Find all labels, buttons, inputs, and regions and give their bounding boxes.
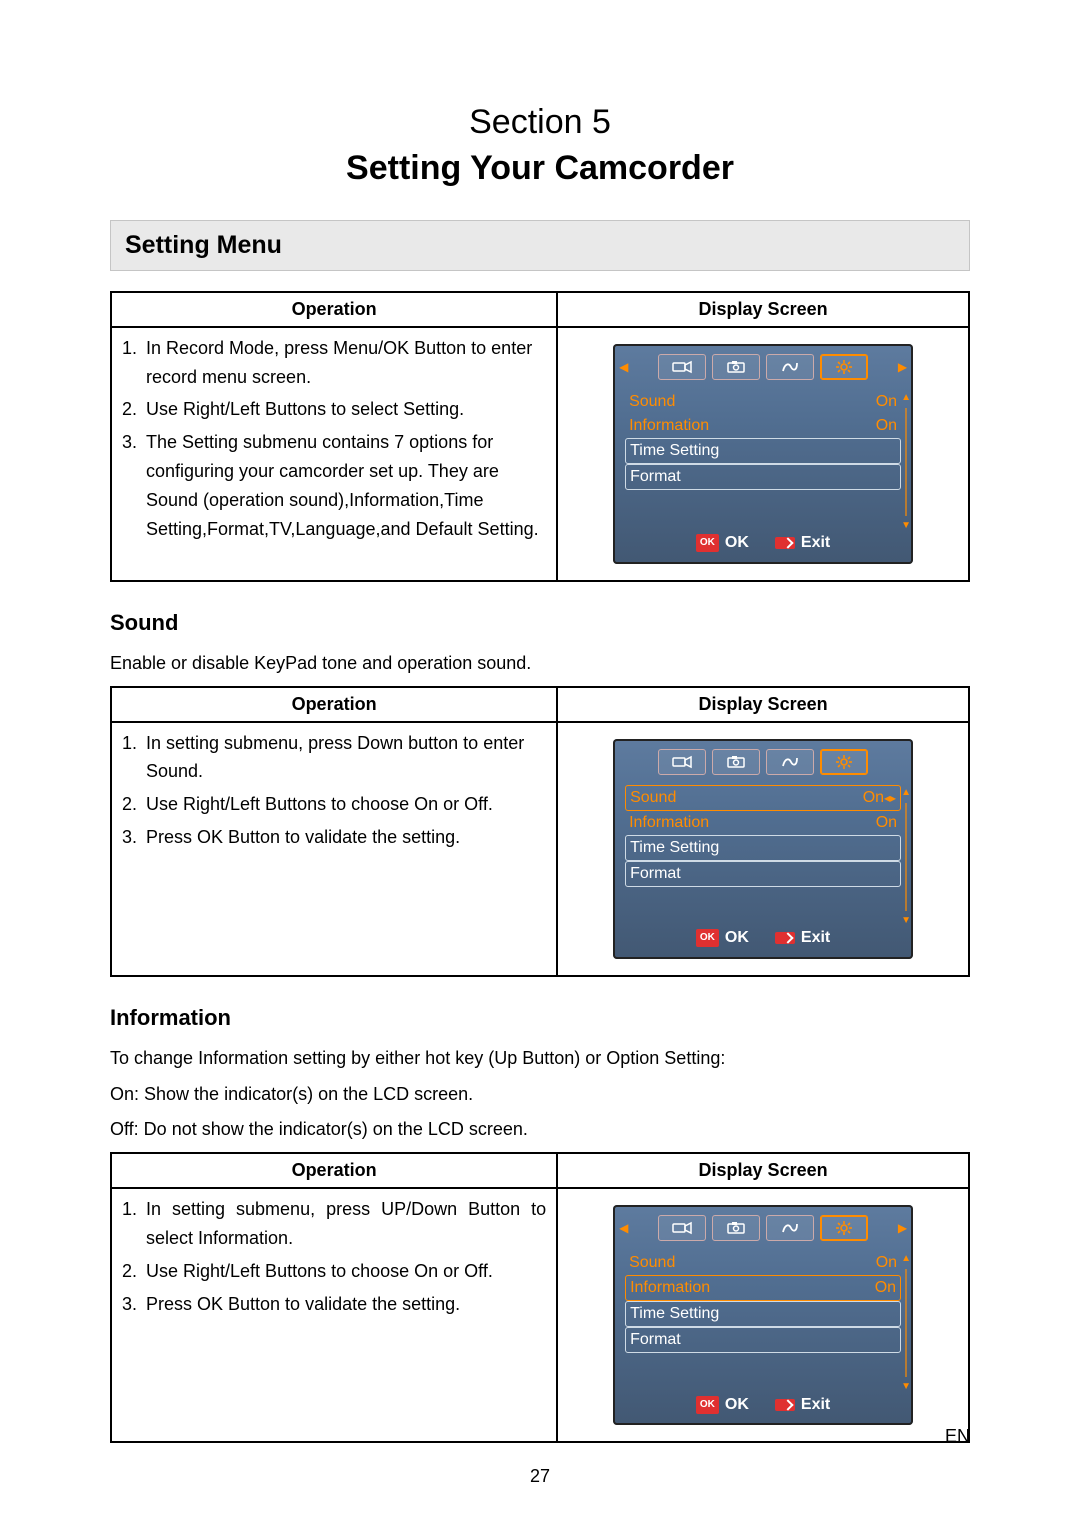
- lcd-row-time: Time Setting: [625, 438, 901, 464]
- tab-camera-icon: [712, 1215, 760, 1241]
- page-language: EN: [945, 1426, 970, 1447]
- lcd-exit: Exit: [775, 530, 830, 556]
- tab-setting-icon: [820, 1215, 868, 1241]
- tab-setting-icon: [820, 354, 868, 380]
- lcd-row-format: Format: [625, 861, 901, 887]
- nav-right-icon: ▶: [898, 1219, 907, 1238]
- lcd-row-format: Format: [625, 1327, 901, 1353]
- lcd-sound: SoundOn◂▸ InformationOn Time Setting For…: [613, 739, 913, 959]
- tab-effect-icon: [766, 1215, 814, 1241]
- tab-camera-icon: [712, 749, 760, 775]
- setting-menu-table: Operation Display Screen 1.In Record Mod…: [110, 291, 970, 582]
- setting-menu-heading: Setting Menu: [110, 220, 970, 271]
- setting-menu-display: ◀ ▶ SoundOn InformationOn Time Setting F…: [557, 327, 969, 581]
- sound-ops: 1.In setting submenu, press Down button …: [111, 722, 557, 976]
- sound-intro: Enable or disable KeyPad tone and operat…: [110, 650, 970, 678]
- lcd-row-time: Time Setting: [625, 1301, 901, 1327]
- col-operation: Operation: [111, 292, 557, 327]
- sound-heading: Sound: [110, 610, 970, 636]
- col-display: Display Screen: [557, 687, 969, 722]
- lcd-row-sound: SoundOn: [625, 1251, 901, 1275]
- information-intro3: Off: Do not show the indicator(s) on the…: [110, 1116, 970, 1144]
- lcd-information: ◀ ▶ SoundOn InformationOn Time Setting F…: [613, 1205, 913, 1425]
- nav-left-icon: ◀: [619, 358, 628, 377]
- lcd-setting-menu: ◀ ▶ SoundOn InformationOn Time Setting F…: [613, 344, 913, 564]
- lcd-ok: OKOK: [696, 530, 749, 556]
- scroll-indicator: ▲▼: [903, 785, 909, 929]
- lcd-row-sound: SoundOn◂▸: [625, 785, 901, 811]
- section-title: Setting Your Camcorder: [346, 149, 734, 187]
- col-display: Display Screen: [557, 1153, 969, 1188]
- section-label: Section 5: [469, 103, 611, 141]
- lcd-exit: Exit: [775, 1392, 830, 1418]
- tab-movie-icon: [658, 749, 706, 775]
- col-operation: Operation: [111, 687, 557, 722]
- sound-display: SoundOn◂▸ InformationOn Time Setting For…: [557, 722, 969, 976]
- section-heading: Section 5 Setting Your Camcorder: [110, 100, 970, 192]
- scroll-indicator: ▲▼: [903, 1251, 909, 1395]
- page-number: 27: [0, 1466, 1080, 1487]
- lcd-row-sound: SoundOn: [625, 390, 901, 414]
- exit-icon: [775, 537, 795, 549]
- nav-left-icon: ◀: [619, 1219, 628, 1238]
- scroll-indicator: ▲▼: [903, 390, 909, 534]
- lcd-row-info: InformationOn: [625, 414, 901, 438]
- information-table: Operation Display Screen 1.In setting su…: [110, 1152, 970, 1443]
- tab-movie-icon: [658, 1215, 706, 1241]
- tab-movie-icon: [658, 354, 706, 380]
- information-ops: 1.In setting submenu, press UP/Down Butt…: [111, 1188, 557, 1442]
- exit-icon: [775, 932, 795, 944]
- tab-setting-icon: [820, 749, 868, 775]
- col-operation: Operation: [111, 1153, 557, 1188]
- information-intro1: To change Information setting by either …: [110, 1045, 970, 1073]
- tab-effect-icon: [766, 354, 814, 380]
- lcd-row-info: InformationOn: [625, 811, 901, 835]
- col-display: Display Screen: [557, 292, 969, 327]
- lcd-row-info: InformationOn: [625, 1275, 901, 1301]
- lcd-exit: Exit: [775, 925, 830, 951]
- tab-effect-icon: [766, 749, 814, 775]
- value-cycle-icon: ◂▸: [884, 791, 896, 805]
- sound-table: Operation Display Screen 1.In setting su…: [110, 686, 970, 977]
- lcd-row-time: Time Setting: [625, 835, 901, 861]
- exit-icon: [775, 1399, 795, 1411]
- tab-camera-icon: [712, 354, 760, 380]
- setting-menu-ops: 1.In Record Mode, press Menu/OK Button t…: [111, 327, 557, 581]
- information-display: ◀ ▶ SoundOn InformationOn Time Setting F…: [557, 1188, 969, 1442]
- information-heading: Information: [110, 1005, 970, 1031]
- lcd-ok: OKOK: [696, 1392, 749, 1418]
- lcd-row-format: Format: [625, 464, 901, 490]
- nav-right-icon: ▶: [898, 358, 907, 377]
- lcd-ok: OKOK: [696, 925, 749, 951]
- information-intro2: On: Show the indicator(s) on the LCD scr…: [110, 1081, 970, 1109]
